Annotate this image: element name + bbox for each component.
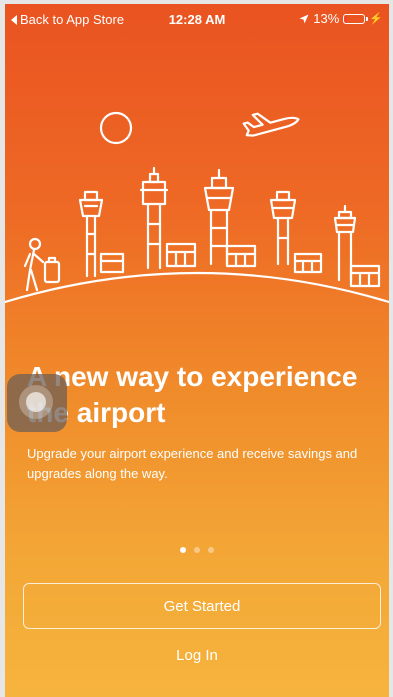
assistive-touch-button[interactable] xyxy=(7,374,67,432)
traveler-icon xyxy=(23,237,61,292)
control-tower-icon xyxy=(203,168,235,266)
control-tower-icon xyxy=(139,166,169,270)
airplane-icon xyxy=(242,112,300,137)
battery-icon xyxy=(343,13,369,24)
onboarding-headline: A new way to experience the airport xyxy=(27,361,358,428)
status-indicators: 13% ⚡ xyxy=(299,11,383,26)
assistive-touch-dot-icon xyxy=(26,392,46,412)
page-dot[interactable] xyxy=(208,547,214,553)
location-arrow-icon xyxy=(299,14,309,23)
terminal-building-icon xyxy=(225,244,257,268)
page-dot[interactable] xyxy=(194,547,200,553)
get-started-button[interactable]: Get Started xyxy=(23,583,381,629)
page-dot[interactable] xyxy=(180,547,186,553)
log-in-button[interactable]: Log In xyxy=(5,647,389,664)
terminal-building-icon xyxy=(99,252,125,274)
charging-bolt-icon: ⚡ xyxy=(369,13,383,25)
horizon-line xyxy=(5,271,389,304)
airport-illustration xyxy=(5,111,389,304)
terminal-building-icon xyxy=(293,252,323,274)
onboarding-screen: Back to App Store 12:28 AM 13% ⚡ A new w… xyxy=(5,4,389,697)
battery-percent: 13% xyxy=(313,11,340,26)
terminal-building-icon xyxy=(349,264,381,288)
control-tower-icon xyxy=(269,190,297,266)
get-started-label: Get Started xyxy=(163,597,241,615)
terminal-building-icon xyxy=(165,242,197,268)
status-bar: Back to App Store 12:28 AM 13% ⚡ xyxy=(5,4,389,32)
battery-level xyxy=(345,15,348,22)
control-tower-icon xyxy=(78,190,104,278)
onboarding-subtext: Upgrade your airport experience and rece… xyxy=(27,446,358,481)
sun-icon xyxy=(99,111,133,145)
page-indicator xyxy=(5,547,389,553)
